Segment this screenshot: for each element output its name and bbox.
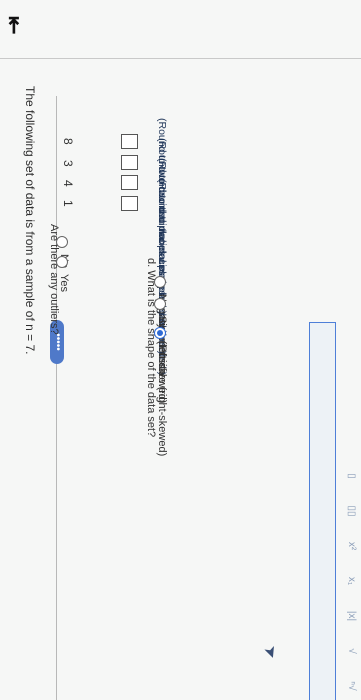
data-value: 8: [61, 138, 75, 145]
option-label: Yes: [58, 274, 70, 292]
math-toolbar: ▯ ▯▯ x² x₁ |x| √ ⁿ√: [341, 300, 361, 700]
sidebar-divider: [0, 58, 361, 59]
answer-input-2[interactable]: [121, 155, 138, 170]
data-value: 4: [61, 180, 75, 187]
mouse-pointer-icon: ➤: [260, 643, 281, 662]
superscript-tool-icon[interactable]: x²: [345, 540, 357, 552]
absolute-value-tool-icon[interactable]: |x|: [345, 610, 357, 622]
radio-unselected-icon[interactable]: [154, 298, 166, 310]
radio-unselected-icon[interactable]: [154, 276, 166, 288]
radio-unselected-icon[interactable]: [56, 236, 68, 248]
fraction-tool-icon[interactable]: ▯: [345, 470, 357, 482]
nth-root-tool-icon[interactable]: ⁿ√: [345, 680, 357, 692]
radio-selected-icon[interactable]: [154, 327, 166, 339]
radio-unselected-icon[interactable]: [56, 256, 68, 268]
answer-input-4[interactable]: [121, 196, 138, 211]
selected-answer-highlight: [309, 322, 336, 700]
section-divider: [56, 96, 57, 700]
square-root-tool-icon[interactable]: √: [345, 645, 357, 657]
back-icon[interactable]: ⇤: [2, 16, 27, 46]
answer-input-3[interactable]: [121, 175, 138, 190]
rotated-homework-screen: ⇤ The following set of data is from a sa…: [0, 0, 361, 700]
data-value: 3: [61, 160, 75, 167]
mixed-number-tool-icon[interactable]: ▯▯: [345, 505, 357, 517]
subscript-tool-icon[interactable]: x₁: [345, 575, 357, 587]
answer-input-1[interactable]: [121, 134, 138, 149]
option-label: Positive (right-skewed): [156, 345, 168, 457]
question-title: The following set of data is from a samp…: [23, 86, 37, 355]
data-value: 1: [61, 200, 75, 207]
